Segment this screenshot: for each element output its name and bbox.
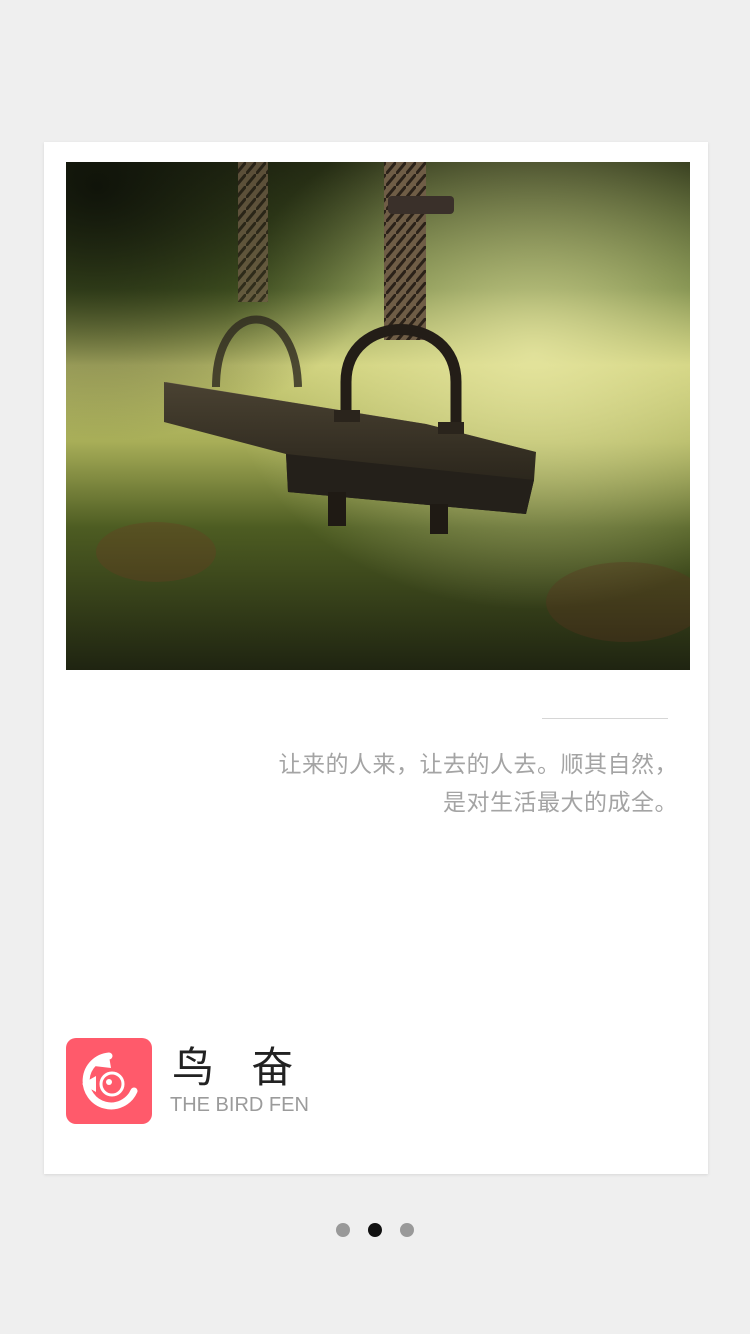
quote-text: 让来的人来，让去的人去。顺其自然， 是对生活最大的成全。	[158, 746, 678, 822]
page-dot-2-active[interactable]	[368, 1223, 382, 1237]
page-dot-1[interactable]	[336, 1223, 350, 1237]
bird-logo-icon	[66, 1038, 152, 1124]
brand-name: 鸟 奋	[172, 1043, 306, 1092]
quote-line-1: 让来的人来，让去的人去。顺其自然，	[278, 752, 678, 778]
quote-line-2: 是对生活最大的成全。	[443, 790, 678, 816]
splash-card: 让来的人来，让去的人去。顺其自然， 是对生活最大的成全。 鸟 奋 THE BIR…	[44, 142, 708, 1174]
brand-block: 鸟 奋 THE BIRD FEN	[66, 1038, 370, 1124]
brand-subtitle: THE BIRD FEN	[170, 1094, 309, 1116]
page-dot-3[interactable]	[400, 1223, 414, 1237]
page-indicator	[0, 1223, 750, 1239]
swing-photo-illustration	[66, 162, 690, 670]
swing-photo	[66, 162, 690, 670]
quote-divider	[542, 718, 668, 719]
